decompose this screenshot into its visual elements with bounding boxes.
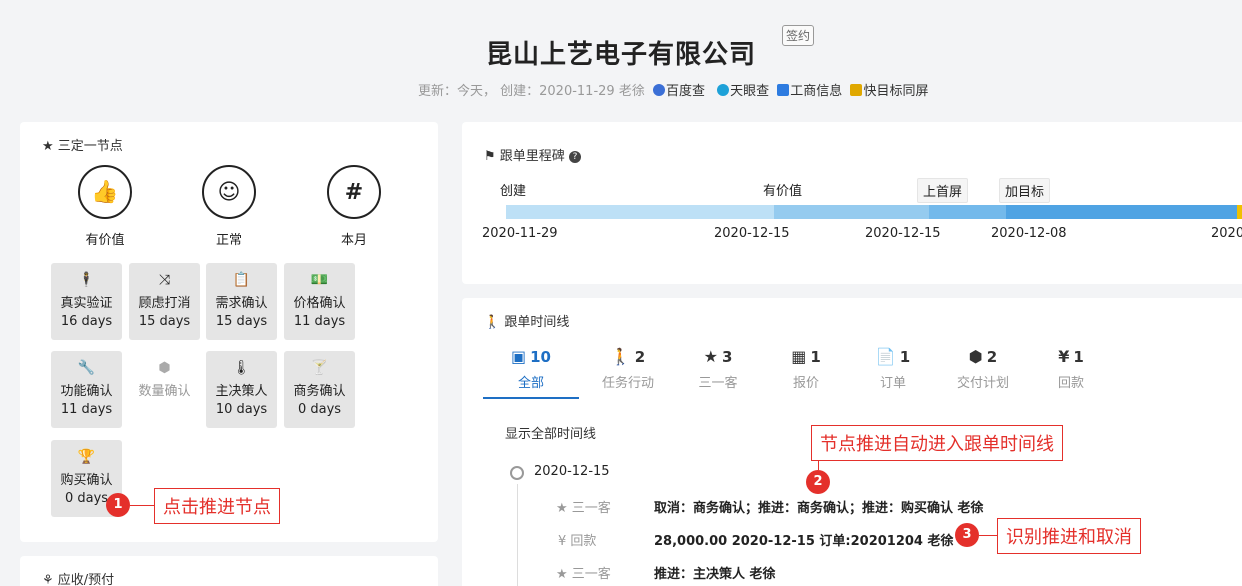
- annotation-1-line: [130, 505, 154, 506]
- milestone-date: 2020-12-08: [991, 226, 1067, 241]
- tile-decision-maker[interactable]: 🌡 主决策人 10 days: [206, 351, 277, 428]
- node-this-month[interactable]: # 本月: [314, 165, 394, 248]
- star-icon: ★: [556, 567, 568, 582]
- milestone-label-valuable: 有价值: [763, 184, 803, 199]
- cubes-icon: ⬢: [968, 347, 983, 366]
- tab-quote[interactable]: ▦ 1 报价: [758, 347, 854, 391]
- annotation-2-label: 节点推进自动进入跟单时间线: [811, 425, 1063, 461]
- shield-icon: [777, 84, 790, 96]
- tile-price-confirm[interactable]: 💵 价格确认 11 days: [284, 263, 355, 340]
- share-screen-link[interactable]: 快目标同屏: [863, 84, 928, 99]
- timeline-entry-tag: ★ 三一客: [556, 567, 611, 582]
- milestone-title: ⚑ 跟单里程碑 ?: [484, 145, 581, 164]
- milestone-label-add-target: 加目标: [999, 178, 1051, 203]
- timeline-node-dot: [510, 466, 524, 480]
- trophy-icon: 🏆: [77, 449, 96, 465]
- progress-segment-2: [774, 205, 929, 219]
- tile-quantity-confirm[interactable]: ⬢ 数量确认: [129, 351, 200, 428]
- baidu-link[interactable]: 百度查: [666, 84, 705, 99]
- tab-task-action[interactable]: 🚶 2 任务行动: [580, 347, 676, 391]
- tab-three-one[interactable]: ★ 3 三一客: [670, 347, 766, 391]
- money-icon: 💵: [310, 272, 329, 288]
- tile-concern-cleared[interactable]: ⤨ 顾虑打消 15 days: [129, 263, 200, 340]
- annotation-3-line: [979, 535, 997, 536]
- smile-icon: ☺: [202, 165, 256, 219]
- tile-need-confirm[interactable]: 📋 需求确认 15 days: [206, 263, 277, 340]
- timeline-entry-text: 推进：主决策人 老徐: [654, 567, 776, 582]
- yen-icon: ¥: [1058, 347, 1070, 366]
- timeline-entry-tag: ★ 三一客: [556, 501, 611, 516]
- timeline-entry-text: 取消：商务确认；推进：商务确认；推进：购买确认 老徐: [654, 501, 984, 516]
- signed-badge: 签约: [782, 25, 815, 46]
- calculator-icon: ▦: [791, 347, 807, 366]
- timeline-entry-text: 28,000.00 2020-12-15 订单:20201204 老徐: [654, 534, 954, 549]
- node-normal[interactable]: ☺ 正常: [189, 165, 269, 248]
- annotation-1-marker: 1: [106, 493, 130, 517]
- annotation-2-line: [818, 460, 819, 470]
- tile-feature-confirm[interactable]: 🔧 功能确认 11 days: [51, 351, 122, 428]
- document-icon: 📄: [875, 347, 896, 366]
- progress-segment-3: [929, 205, 1006, 219]
- progress-segment-4: [1006, 205, 1237, 219]
- milestone-date: 2020-12-15: [865, 226, 941, 241]
- progress-segment-1: [506, 205, 774, 219]
- star-icon: ★: [556, 501, 568, 516]
- timeline-title: 🚶 跟单时间线: [484, 315, 570, 330]
- milestone-label-first-screen: 上首屏: [917, 178, 969, 203]
- glass-icon: 🍸: [310, 360, 329, 376]
- walk-icon: 🚶: [484, 315, 501, 330]
- meta-prefix: 更新：今天， 创建：2020-11-29 老徐: [418, 84, 645, 99]
- screen-icon: [850, 84, 863, 96]
- annotation-1-label: 点击推进节点: [154, 488, 280, 524]
- milestone-date: 2020-12-15: [714, 226, 790, 241]
- tianyancha-link[interactable]: 天眼查: [730, 84, 769, 99]
- tab-delivery-plan[interactable]: ⬢ 2 交付计划: [935, 347, 1031, 391]
- thermometer-icon: 🌡: [232, 360, 251, 376]
- progress-segment-end: [1237, 205, 1242, 219]
- annotation-2-marker: 2: [806, 470, 830, 494]
- tile-business-confirm[interactable]: 🍸 商务确认 0 days: [284, 351, 355, 428]
- milestone-label-create: 创建: [500, 184, 527, 199]
- business-info-link[interactable]: 工商信息: [790, 84, 842, 99]
- tianyancha-icon: [717, 84, 730, 96]
- annotation-3-marker: 3: [955, 523, 979, 547]
- annotation-3-label: 识别推进和取消: [997, 518, 1141, 554]
- show-all-timeline-link[interactable]: 显示全部时间线: [505, 423, 596, 442]
- timeline-entry-tag: ¥ 回款: [558, 534, 597, 549]
- star-icon: ★: [703, 347, 718, 366]
- receivable-title: ⚘ 应收/预付: [42, 573, 115, 586]
- help-icon[interactable]: ?: [568, 151, 581, 163]
- tab-payment[interactable]: ¥1 回款: [1023, 347, 1119, 391]
- company-title: 昆山上艺电子有限公司: [485, 40, 756, 70]
- thumbs-up-icon: 👍: [78, 165, 132, 219]
- clipboard-icon: 📋: [232, 272, 251, 288]
- wrench-icon: 🔧: [77, 360, 96, 376]
- node-value[interactable]: 👍 有价值: [65, 165, 145, 248]
- three-one-node-title: ★ 三定一节点: [42, 139, 123, 154]
- timeline-date: 2020-12-15: [534, 464, 610, 479]
- flag-icon: ⚑: [484, 149, 496, 164]
- tile-real-verify[interactable]: 🕴 真实验证 16 days: [51, 263, 122, 340]
- milestone-date: 2020-11-29: [482, 226, 558, 241]
- meta-line: 更新：今天， 创建：2020-11-29 老徐 百度查 天眼查 工商信息 快目标…: [418, 80, 928, 99]
- shuffle-icon: ⤨: [158, 272, 171, 288]
- yen-icon: ¥: [558, 534, 567, 549]
- cube-icon: ⬢: [158, 360, 171, 376]
- person-icon: 🕴: [77, 272, 96, 288]
- star-icon: ★: [42, 139, 54, 154]
- milestone-date: 2020: [1211, 226, 1242, 241]
- tab-order[interactable]: 📄 1 订单: [845, 347, 941, 391]
- active-tab-indicator: [483, 397, 579, 399]
- hash-icon: #: [327, 165, 381, 219]
- timeline-axis: [517, 484, 518, 586]
- walk-icon: 🚶: [610, 347, 631, 366]
- hand-money-icon: ⚘: [42, 573, 54, 586]
- all-icon: ▣: [511, 347, 527, 366]
- page-header: 昆山上艺电子有限公司 签约 更新：今天， 创建：2020-11-29 老徐 百度…: [0, 0, 1242, 118]
- tab-all[interactable]: ▣ 10 全部: [483, 347, 579, 391]
- baidu-icon: [652, 84, 665, 96]
